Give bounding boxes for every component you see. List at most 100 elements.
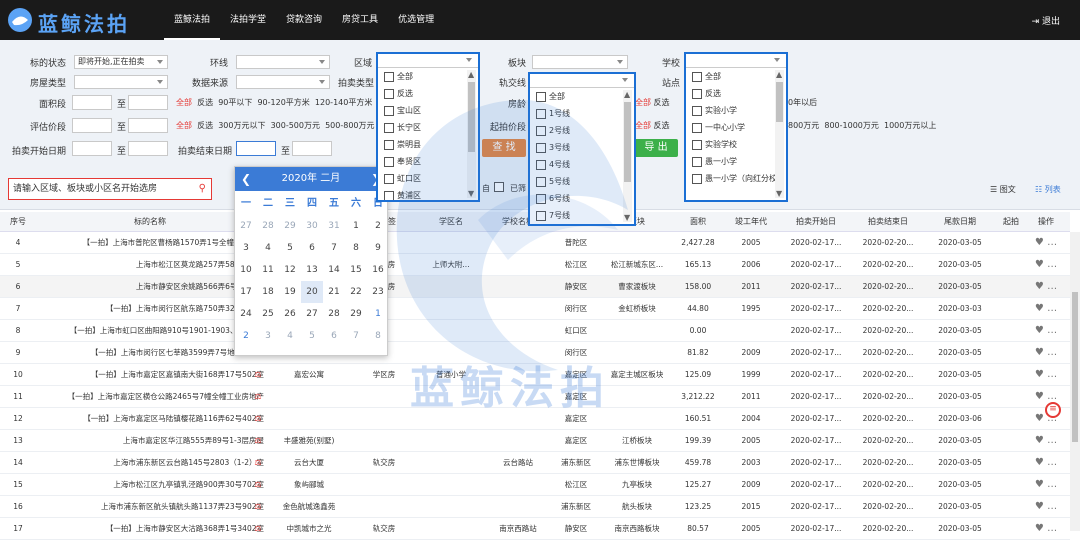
area-all[interactable]: 全部 (176, 98, 192, 107)
calendar-day[interactable]: 22 (345, 281, 367, 303)
table-row[interactable]: 13 上海市嘉定区华江路555弄89号1-3层房屋 丰盛雅苑(别墅) 嘉定区 江桥板块 1… (0, 430, 1070, 452)
eval-max-input[interactable] (128, 118, 168, 133)
district-option[interactable]: 黄浦区 (378, 187, 478, 200)
calendar-day[interactable]: 25 (257, 303, 279, 325)
table-scrollbar[interactable] (1070, 232, 1080, 531)
checkbox[interactable] (384, 139, 394, 150)
table-row[interactable]: 5上海市松江区莫龙路257弄58号202室学区房上师大附...松江区松江新城东区… (0, 254, 1070, 276)
checkbox[interactable] (692, 122, 702, 133)
favorite-icon[interactable]: ♥ … (1030, 320, 1062, 342)
block-select[interactable] (532, 55, 628, 69)
calendar-day[interactable]: 4 (279, 325, 301, 347)
metro-option[interactable]: 2号线 (530, 122, 634, 139)
calendar-day[interactable]: 1 (345, 215, 367, 237)
calendar-day[interactable]: 30 (301, 215, 323, 237)
cell-name[interactable]: 【一拍】上海市闵行区航东路750弄32号503室 (36, 298, 266, 320)
age-invert[interactable]: 反选 (654, 98, 670, 107)
checkbox[interactable] (536, 193, 546, 204)
metro-option[interactable]: 全部 (530, 88, 634, 105)
col-header[interactable]: 学区名 (418, 212, 484, 232)
district-dropdown-head[interactable] (378, 54, 478, 68)
col-header[interactable]: 起拍 (996, 212, 1026, 232)
checkbox[interactable] (692, 88, 702, 99)
favorite-icon[interactable]: ♥ … (1030, 518, 1062, 540)
metro-option[interactable]: 7号线 (530, 207, 634, 224)
eval-opt-2[interactable]: 300-500万元 (271, 121, 320, 130)
col-header[interactable]: 拍卖开始日 (780, 212, 852, 232)
eval-invert[interactable]: 反选 (197, 121, 213, 130)
cell-name[interactable]: 上海市松江区莫龙路257弄58号202室 (36, 254, 266, 276)
calendar-day[interactable]: 2 (235, 325, 257, 347)
table-row[interactable]: 4 【一拍】上海市普陀区曹杨路1570弄1号全幢工业房地 普陀区 2,427.28 20… (0, 232, 1070, 254)
table-row[interactable]: 16 上海市浦东新区航头镇航头路1137弄23号902室 金色航城逸鑫苑 浦东新区 航头… (0, 496, 1070, 518)
calendar-day[interactable]: 20 (301, 281, 323, 303)
district-scrollbar[interactable]: ▲ ▼ (467, 70, 476, 198)
calendar-day[interactable]: 13 (301, 259, 323, 281)
view-list[interactable]: ☷ 列表 (1035, 184, 1061, 195)
district-option[interactable]: 虹口区 (378, 170, 478, 187)
district-option[interactable]: 奉贤区 (378, 153, 478, 170)
metro-option[interactable]: 6号线 (530, 190, 634, 207)
query-button[interactable]: 查 找 (482, 139, 526, 157)
table-row[interactable]: 8 【一拍】上海市虹口区曲阳路910号1901-1903、1905-1 虹口区 0.0… (0, 320, 1070, 342)
district-option[interactable]: 宝山区 (378, 102, 478, 119)
logout-button[interactable]: ⇥ 退出 (1032, 14, 1060, 27)
price-tail-3[interactable]: 1000万元以上 (884, 121, 936, 130)
prev-month-icon[interactable]: ❮ (241, 167, 251, 191)
checkbox[interactable] (692, 105, 702, 116)
cell-name[interactable]: 上海市浦东新区云台路145号2803（1-2）室 (36, 452, 266, 474)
cell-name[interactable]: 【一拍】上海市静安区大沽路368弄1号3402室 (36, 518, 266, 540)
eval-all[interactable]: 全部 (176, 121, 192, 130)
area-invert[interactable]: 反选 (197, 98, 213, 107)
checkbox[interactable] (536, 108, 546, 119)
area-min-input[interactable] (72, 95, 112, 110)
calendar-day[interactable]: 29 (279, 215, 301, 237)
table-row[interactable]: 12 【一拍】上海市嘉定区马陆镇樱花路116弄62号402室 嘉定区 160.51 20… (0, 408, 1070, 430)
end-date-until[interactable] (292, 141, 332, 156)
cell-name[interactable]: 【一拍】上海市嘉定区嘉镇南大街168弄17号502室 (36, 364, 266, 386)
brand-logo[interactable]: 蓝鲸法拍 (6, 5, 156, 36)
calendar-day[interactable]: 29 (345, 303, 367, 325)
school-option[interactable]: 愚一小学（向红分校） (686, 170, 786, 187)
calendar-day[interactable]: 10 (235, 259, 257, 281)
calendar-day[interactable]: 27 (235, 215, 257, 237)
price-tail-1[interactable]: 800万元 (788, 121, 819, 130)
table-row[interactable]: 9 【一拍】上海市闵行区七莘路3599弄7号地下1层72 闵行区 81.82 2009 2… (0, 342, 1070, 364)
metro-scrollbar[interactable]: ▲ ▼ (623, 90, 632, 222)
favorite-icon[interactable]: ♥ … (1030, 364, 1062, 386)
checkbox[interactable] (384, 173, 394, 184)
school-option[interactable]: 一中心小学 (686, 119, 786, 136)
export-button[interactable]: 导 出 (634, 139, 678, 157)
start-date-until[interactable] (128, 141, 168, 156)
area-opt-1[interactable]: 90平以下 (218, 98, 252, 107)
table-row[interactable]: 15 上海市松江区九亭镇乳泾路900弄30号702室 象屿郦城 松江区 九亭板块 125.… (0, 474, 1070, 496)
school-scrollbar[interactable]: ▲ ▼ (775, 70, 784, 198)
age-tail-option[interactable]: 0年以后 (788, 97, 817, 108)
view-image-text[interactable]: ☰ 图文 (990, 184, 1016, 195)
ring-select[interactable] (236, 55, 330, 69)
metro-dropdown-head[interactable] (530, 74, 634, 88)
table-row[interactable]: 11 【一拍】上海市嘉定区横仓公路2465号7幢全幢工业房地产 嘉定区 3,212.2… (0, 386, 1070, 408)
scroll-thumb[interactable] (1072, 292, 1078, 442)
favorite-icon[interactable]: ♥ … (1030, 232, 1062, 254)
calendar-day[interactable]: 8 (367, 325, 389, 347)
checkbox[interactable] (536, 159, 546, 170)
checkbox[interactable] (692, 156, 702, 167)
favorite-icon[interactable]: ♥ … (1030, 474, 1062, 496)
cell-name[interactable]: 【一拍】上海市嘉定区横仓公路2465号7幢全幢工业房地产 (36, 386, 266, 408)
calendar-day[interactable]: 6 (301, 237, 323, 259)
house-type-select[interactable] (74, 75, 168, 89)
calendar-day[interactable]: 14 (323, 259, 345, 281)
cell-name[interactable]: 【一拍】上海市嘉定区马陆镇樱花路116弄62号402室 (36, 408, 266, 430)
price-tail-2[interactable]: 800-1000万元 (824, 121, 879, 130)
school-option[interactable]: 反选 (686, 85, 786, 102)
checkbox[interactable] (536, 176, 546, 187)
calendar-day[interactable]: 3 (257, 325, 279, 347)
status-select[interactable]: 即将开始,正在拍卖 (74, 55, 168, 69)
col-header[interactable]: 操作 (1026, 212, 1066, 232)
nav-optimal[interactable]: 优选管理 (388, 0, 444, 40)
calendar-day[interactable]: 23 (367, 281, 389, 303)
calendar-day[interactable]: 21 (323, 281, 345, 303)
calendar-day[interactable]: 2 (367, 215, 389, 237)
metro-option[interactable]: 3号线 (530, 139, 634, 156)
